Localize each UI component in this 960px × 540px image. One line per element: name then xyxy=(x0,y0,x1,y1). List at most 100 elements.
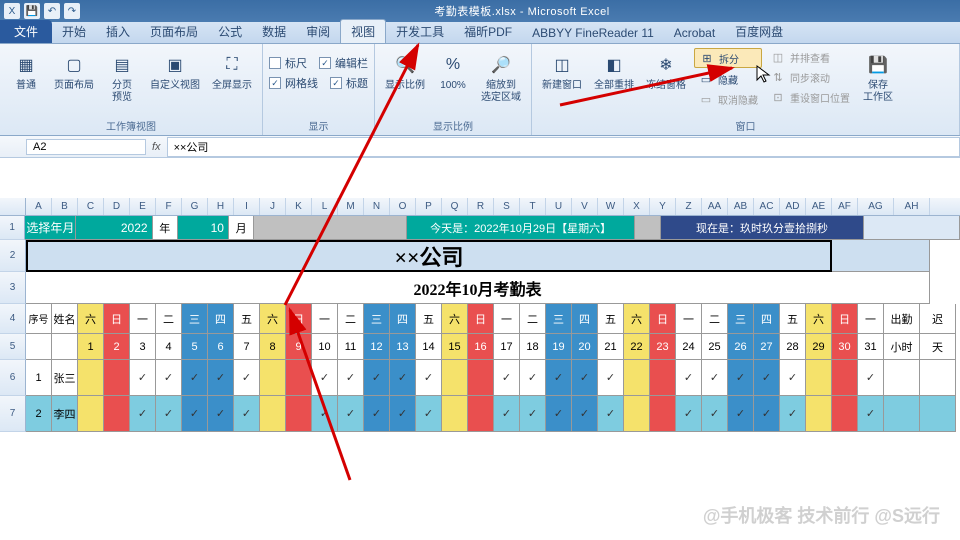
attendance-cell[interactable]: ✓ xyxy=(234,360,260,396)
day-cell[interactable]: 26 xyxy=(728,334,754,360)
empty-cell[interactable] xyxy=(26,334,52,360)
day-cell[interactable]: 10 xyxy=(312,334,338,360)
col-header[interactable]: AB xyxy=(728,198,754,215)
col-header[interactable]: G xyxy=(182,198,208,215)
day-cell[interactable]: 31 xyxy=(858,334,884,360)
row-header[interactable]: 7 xyxy=(0,396,26,432)
attendance-cell[interactable]: ✓ xyxy=(520,396,546,432)
col-header[interactable]: X xyxy=(624,198,650,215)
company-title-cell[interactable]: ××公司 xyxy=(26,240,832,272)
tab-acrobat[interactable]: Acrobat xyxy=(664,23,725,43)
attendance-cell[interactable] xyxy=(624,396,650,432)
normal-view-button[interactable]: ▦普通 xyxy=(6,48,46,94)
label-cell[interactable]: 选择年月 xyxy=(25,216,76,240)
col-header[interactable]: Z xyxy=(676,198,702,215)
col-header[interactable]: S xyxy=(494,198,520,215)
col-header[interactable]: AG xyxy=(858,198,894,215)
attendance-cell[interactable]: ✓ xyxy=(156,396,182,432)
day-cell[interactable]: 4 xyxy=(156,334,182,360)
attendance-cell[interactable] xyxy=(832,396,858,432)
attendance-cell[interactable]: ✓ xyxy=(208,396,234,432)
month-label[interactable]: 月 xyxy=(229,216,254,240)
attendance-cell[interactable]: ✓ xyxy=(494,396,520,432)
save-icon[interactable]: 💾 xyxy=(24,3,40,19)
col-header[interactable]: P xyxy=(416,198,442,215)
attendance-cell[interactable] xyxy=(650,396,676,432)
row-header[interactable]: 2 xyxy=(0,240,26,272)
col-header[interactable]: F xyxy=(156,198,182,215)
dow-cell[interactable]: 日 xyxy=(468,304,494,334)
col-header[interactable]: Q xyxy=(442,198,468,215)
attendance-cell[interactable] xyxy=(468,360,494,396)
attendance-cell[interactable]: ✓ xyxy=(728,396,754,432)
attendance-cell[interactable]: ✓ xyxy=(390,396,416,432)
zoom-button[interactable]: 🔍显示比例 xyxy=(381,48,429,94)
dow-cell[interactable]: 四 xyxy=(208,304,234,334)
attendance-cell[interactable] xyxy=(286,396,312,432)
tab-file[interactable]: 文件 xyxy=(0,20,52,43)
title-cell[interactable]: 2022年10月考勤表 xyxy=(26,272,930,304)
day-cell[interactable]: 28 xyxy=(780,334,806,360)
dow-cell[interactable]: 一 xyxy=(858,304,884,334)
row-header[interactable]: 3 xyxy=(0,272,26,304)
year-label[interactable]: 年 xyxy=(153,216,178,240)
dow-cell[interactable]: 日 xyxy=(832,304,858,334)
attendance-cell[interactable]: ✓ xyxy=(208,360,234,396)
day-cell[interactable]: 21 xyxy=(598,334,624,360)
attendance-cell[interactable]: ✓ xyxy=(312,396,338,432)
attendance-cell[interactable]: ✓ xyxy=(494,360,520,396)
col-header[interactable]: AF xyxy=(832,198,858,215)
attendance-cell[interactable]: ✓ xyxy=(182,360,208,396)
attendance-cell[interactable] xyxy=(650,360,676,396)
attendance-cell[interactable] xyxy=(78,360,104,396)
attendance-cell[interactable] xyxy=(104,360,130,396)
dow-cell[interactable]: 日 xyxy=(650,304,676,334)
day-cell[interactable]: 23 xyxy=(650,334,676,360)
attendance-cell[interactable]: ✓ xyxy=(416,360,442,396)
attendance-cell[interactable]: ✓ xyxy=(338,396,364,432)
chidao-cell[interactable] xyxy=(920,360,956,396)
undo-icon[interactable]: ↶ xyxy=(44,3,60,19)
dow-cell[interactable]: 六 xyxy=(624,304,650,334)
day-cell[interactable]: 2 xyxy=(104,334,130,360)
dow-cell[interactable]: 二 xyxy=(338,304,364,334)
reset-window-button[interactable]: ⊡重设窗口位置 xyxy=(766,88,854,106)
attendance-cell[interactable] xyxy=(624,360,650,396)
attendance-cell[interactable] xyxy=(78,396,104,432)
attendance-cell[interactable]: ✓ xyxy=(780,396,806,432)
day-cell[interactable]: 15 xyxy=(442,334,468,360)
attendance-cell[interactable]: ✓ xyxy=(780,360,806,396)
attendance-cell[interactable] xyxy=(468,396,494,432)
dow-cell[interactable]: 三 xyxy=(364,304,390,334)
col-header[interactable]: I xyxy=(234,198,260,215)
page-break-button[interactable]: ▤分页 预览 xyxy=(102,48,142,106)
dow-cell[interactable]: 四 xyxy=(390,304,416,334)
dow-cell[interactable]: 二 xyxy=(520,304,546,334)
day-cell[interactable]: 7 xyxy=(234,334,260,360)
col-header[interactable]: AH xyxy=(894,198,930,215)
chidao-cell[interactable] xyxy=(920,396,956,432)
now-cell[interactable]: 现在是：玖时玖分壹拾捌秒 xyxy=(661,216,864,240)
col-header[interactable]: M xyxy=(338,198,364,215)
tab-layout[interactable]: 页面布局 xyxy=(140,20,208,43)
attendance-cell[interactable] xyxy=(260,360,286,396)
tab-data[interactable]: 数据 xyxy=(252,20,296,43)
attendance-cell[interactable] xyxy=(260,396,286,432)
day-cell[interactable]: 19 xyxy=(546,334,572,360)
day-cell[interactable]: 9 xyxy=(286,334,312,360)
row-header[interactable]: 1 xyxy=(0,216,25,240)
col-header[interactable]: R xyxy=(468,198,494,215)
hours-header[interactable]: 小时 xyxy=(884,334,920,360)
day-cell[interactable]: 11 xyxy=(338,334,364,360)
hide-button[interactable]: ▭隐藏 xyxy=(694,70,762,88)
tab-formulas[interactable]: 公式 xyxy=(208,20,252,43)
zoom-100-button[interactable]: %100% xyxy=(433,48,473,94)
attendance-cell[interactable]: ✓ xyxy=(858,360,884,396)
day-cell[interactable]: 22 xyxy=(624,334,650,360)
gridlines-checkbox[interactable]: ✓网格线 xyxy=(269,74,318,92)
month-cell[interactable]: 10 xyxy=(178,216,229,240)
dow-cell[interactable]: 二 xyxy=(156,304,182,334)
split-button[interactable]: ⊞拆分 xyxy=(694,48,762,68)
tab-baidu[interactable]: 百度网盘 xyxy=(725,20,793,43)
name-header[interactable]: 姓名 xyxy=(52,304,78,334)
